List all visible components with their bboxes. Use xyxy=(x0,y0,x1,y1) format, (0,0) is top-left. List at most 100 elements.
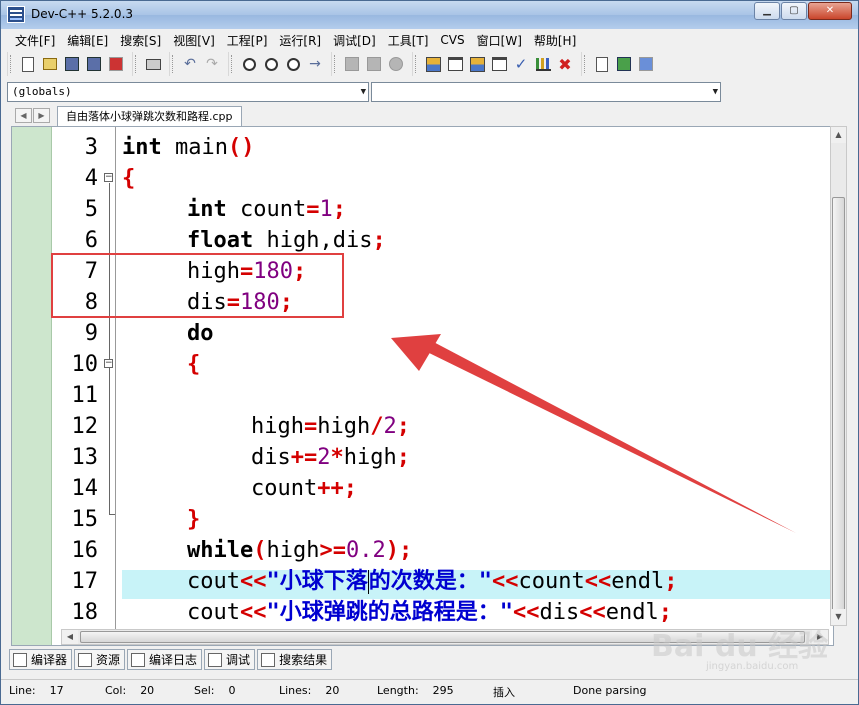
syntax-check-button[interactable]: ✓ xyxy=(511,54,531,74)
undo-icon: ↶ xyxy=(184,56,196,72)
printer-icon xyxy=(145,58,161,70)
code-line-16: while(high>=0.2); xyxy=(187,538,413,563)
menu-search[interactable]: 搜索[S] xyxy=(114,32,167,49)
line-number: 12 xyxy=(71,414,99,439)
save-all-button[interactable] xyxy=(84,54,104,74)
replace-icon xyxy=(264,57,278,71)
remove-from-project-button[interactable] xyxy=(364,54,384,74)
code-line-17: cout<<"小球下落的次数是："<<count<<endl; xyxy=(187,569,678,594)
menu-cvs[interactable]: CVS xyxy=(434,33,470,47)
line-number: 17 xyxy=(71,569,99,594)
find-button[interactable] xyxy=(239,54,259,74)
check-icon: ✓ xyxy=(514,55,528,73)
insert-icon xyxy=(617,57,631,71)
vertical-scroll-thumb[interactable] xyxy=(832,197,845,617)
close-file-button[interactable] xyxy=(106,54,126,74)
tab-scroll-left-button[interactable]: ◀ xyxy=(15,108,32,123)
redo-button[interactable]: ↷ xyxy=(202,54,222,74)
replace-button[interactable] xyxy=(261,54,281,74)
compile-button[interactable] xyxy=(423,54,443,74)
line-number-gutter: 3 4 5 6 7 8 9 10 11 12 13 14 15 16 17 18… xyxy=(58,127,116,645)
close-file-icon xyxy=(109,57,123,71)
menu-help[interactable]: 帮助[H] xyxy=(528,32,582,49)
fold-toggle-icon[interactable]: − xyxy=(104,173,113,182)
menu-window[interactable]: 窗口[W] xyxy=(471,32,528,49)
save-all-icon xyxy=(87,57,101,71)
debug-check-icon xyxy=(208,652,223,667)
code-line-5: int count=1; xyxy=(187,197,346,222)
add-to-project-button[interactable] xyxy=(342,54,362,74)
dropdown-arrow-icon: ▼ xyxy=(712,87,718,97)
code-line-18: cout<<"小球弹跳的总路程是："<<dis<<endl; xyxy=(187,600,672,625)
new-project-button[interactable] xyxy=(592,54,612,74)
save-button[interactable] xyxy=(62,54,82,74)
scroll-left-button[interactable]: ◀ xyxy=(62,630,78,644)
rebuild-button[interactable] xyxy=(489,54,509,74)
watermark-url: jingyan.baidu.com xyxy=(706,661,799,672)
scope-combo[interactable]: (globals) ▼ xyxy=(7,82,369,102)
menu-file[interactable]: 文件[F] xyxy=(9,32,61,49)
code-line-10: { xyxy=(187,352,201,377)
vertical-scrollbar[interactable]: ▲ ▼ xyxy=(830,126,847,626)
code-text[interactable]: int main() { int count=1; float high,dis… xyxy=(122,132,833,632)
scroll-down-button[interactable]: ▼ xyxy=(831,609,846,625)
tab-debug[interactable]: 调试 xyxy=(204,649,256,670)
code-line-12: high=high/2; xyxy=(251,414,410,439)
compile-log-icon xyxy=(131,652,146,667)
tab-source-file[interactable]: 自由落体小球弹跳次数和路程.cpp xyxy=(57,106,242,127)
stop-button[interactable]: ✖ xyxy=(555,54,575,74)
status-length: Length: 295 xyxy=(377,684,454,697)
code-line-13: dis+=2*high; xyxy=(251,445,410,470)
menu-tools[interactable]: 工具[T] xyxy=(382,32,435,49)
redo-icon: ↷ xyxy=(206,56,218,72)
symbol-combo[interactable]: ▼ xyxy=(371,82,721,102)
open-file-button[interactable] xyxy=(40,54,60,74)
project-options-button[interactable] xyxy=(386,54,406,74)
line-number: 16 xyxy=(71,538,99,563)
tab-compiler[interactable]: 编译器 xyxy=(9,649,73,670)
compile-run-button[interactable] xyxy=(467,54,487,74)
code-line-6: float high,dis; xyxy=(187,228,386,253)
toggle-bookmark-button[interactable] xyxy=(636,54,656,74)
run-icon xyxy=(447,57,463,71)
code-line-15: } xyxy=(187,507,201,532)
code-editor[interactable]: 3 4 5 6 7 8 9 10 11 12 13 14 15 16 17 18… xyxy=(11,126,834,646)
menu-project[interactable]: 工程[P] xyxy=(221,32,274,49)
goto-line-button[interactable]: → xyxy=(305,54,325,74)
tab-search-results[interactable]: 搜索结果 xyxy=(257,649,333,670)
maximize-button[interactable]: ▢ xyxy=(781,2,807,20)
undo-button[interactable]: ↶ xyxy=(180,54,200,74)
toolbar-group-file xyxy=(7,52,129,76)
fold-toggle-icon[interactable]: − xyxy=(104,359,113,368)
run-button[interactable] xyxy=(445,54,465,74)
menu-view[interactable]: 视图[V] xyxy=(167,32,221,49)
menu-edit[interactable]: 编辑[E] xyxy=(61,32,114,49)
editor-tab-row: ◀ ▶ 自由落体小球弹跳次数和路程.cpp xyxy=(11,106,851,127)
minimize-button[interactable]: ▁ xyxy=(754,2,780,20)
insert-button[interactable] xyxy=(614,54,634,74)
menu-debug[interactable]: 调试[D] xyxy=(327,32,382,49)
line-number: 6 xyxy=(84,228,98,253)
menu-execute[interactable]: 运行[R] xyxy=(273,32,327,49)
line-number: 9 xyxy=(84,321,98,346)
scroll-up-button[interactable]: ▲ xyxy=(831,127,846,143)
toolbar-group-undo: ↶ ↷ xyxy=(169,52,225,76)
tab-label: 编译器 xyxy=(31,653,68,667)
close-button[interactable]: ✕ xyxy=(808,2,852,20)
print-button[interactable] xyxy=(143,54,163,74)
toolbar-group-search: → xyxy=(228,52,328,76)
find-next-icon xyxy=(286,57,300,71)
tab-label: 资源 xyxy=(96,653,121,667)
tab-scroll-right-button[interactable]: ▶ xyxy=(33,108,50,123)
remove-from-project-icon xyxy=(367,57,381,71)
tab-label: 编译日志 xyxy=(149,653,198,667)
add-to-project-icon xyxy=(345,57,359,71)
line-number: 11 xyxy=(71,383,99,408)
tab-resources[interactable]: 资源 xyxy=(74,649,126,670)
output-tabs: 编译器 资源 编译日志 调试 搜索结果 xyxy=(9,649,334,671)
new-file-button[interactable] xyxy=(18,54,38,74)
compiler-icon xyxy=(13,652,27,667)
tab-compile-log[interactable]: 编译日志 xyxy=(127,649,203,670)
profile-button[interactable] xyxy=(533,54,553,74)
find-next-button[interactable] xyxy=(283,54,303,74)
